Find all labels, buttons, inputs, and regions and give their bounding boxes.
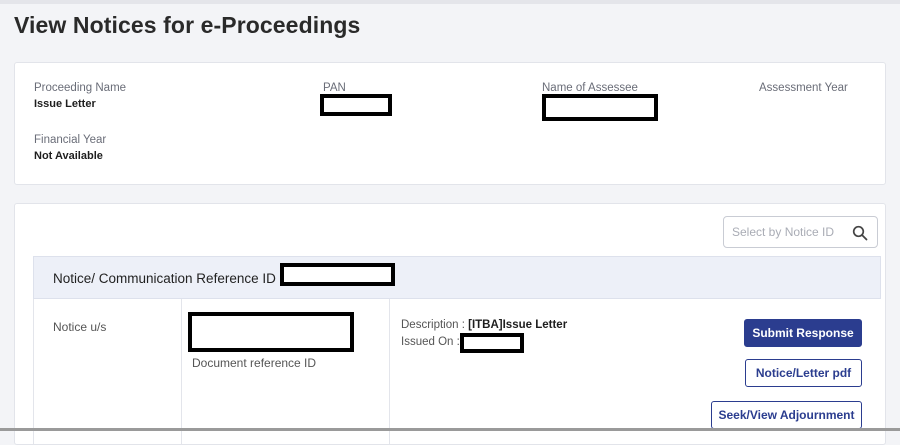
- description-field: Description : [ITBA]Issue Letter: [401, 319, 567, 331]
- notice-row: Notice u/s Document reference ID Descrip…: [33, 299, 881, 444]
- pan-redacted-value: [320, 94, 392, 116]
- proceeding-name-value: Issue Letter: [34, 98, 96, 110]
- issued-on-field: Issued On :: [401, 336, 460, 348]
- notice-id-search[interactable]: [723, 216, 878, 248]
- proceeding-name-field: Proceeding Name Issue Letter: [34, 82, 126, 110]
- pan-field: PAN: [323, 82, 346, 94]
- proceeding-name-label: Proceeding Name: [34, 82, 127, 94]
- seek-adjournment-button[interactable]: Seek/View Adjournment: [711, 401, 862, 429]
- financial-year-value: Not Available: [34, 150, 103, 162]
- submit-response-button[interactable]: Submit Response: [744, 319, 862, 347]
- assessee-field: Name of Assessee: [542, 82, 638, 94]
- description-value: [ITBA]Issue Letter: [468, 319, 568, 331]
- notice-section-label: Notice u/s: [53, 320, 107, 334]
- document-reference-redacted-value: [188, 312, 354, 352]
- notice-id-search-input[interactable]: [732, 223, 842, 241]
- notice-pdf-button[interactable]: Notice/Letter pdf: [745, 359, 862, 387]
- page-title: View Notices for e-Proceedings: [14, 12, 361, 38]
- notice-reference-label: Notice/ Communication Reference ID :: [53, 271, 284, 286]
- notice-card: Notice/ Communication Reference ID : Not…: [14, 203, 886, 445]
- pan-label: PAN: [323, 82, 346, 94]
- issued-on-redacted-value: [460, 333, 524, 353]
- issued-on-label: Issued On :: [401, 336, 460, 348]
- column-divider: [181, 299, 182, 444]
- notice-reference-redacted-value: [280, 263, 395, 286]
- description-label: Description :: [401, 319, 465, 331]
- assessee-label: Name of Assessee: [542, 82, 638, 94]
- proceeding-details-card: Proceeding Name Issue Letter PAN Name of…: [14, 62, 886, 185]
- assessee-redacted-value: [542, 94, 658, 121]
- column-divider: [389, 299, 390, 444]
- notice-reference-bar: Notice/ Communication Reference ID :: [33, 256, 881, 299]
- assessment-year-label: Assessment Year: [759, 82, 848, 94]
- assessment-year-field: Assessment Year: [759, 82, 848, 94]
- search-icon[interactable]: [852, 225, 868, 241]
- financial-year-field: Financial Year Not Available: [34, 134, 106, 162]
- document-reference-label: Document reference ID: [192, 356, 317, 370]
- top-border: [0, 0, 900, 4]
- financial-year-label: Financial Year: [34, 134, 107, 146]
